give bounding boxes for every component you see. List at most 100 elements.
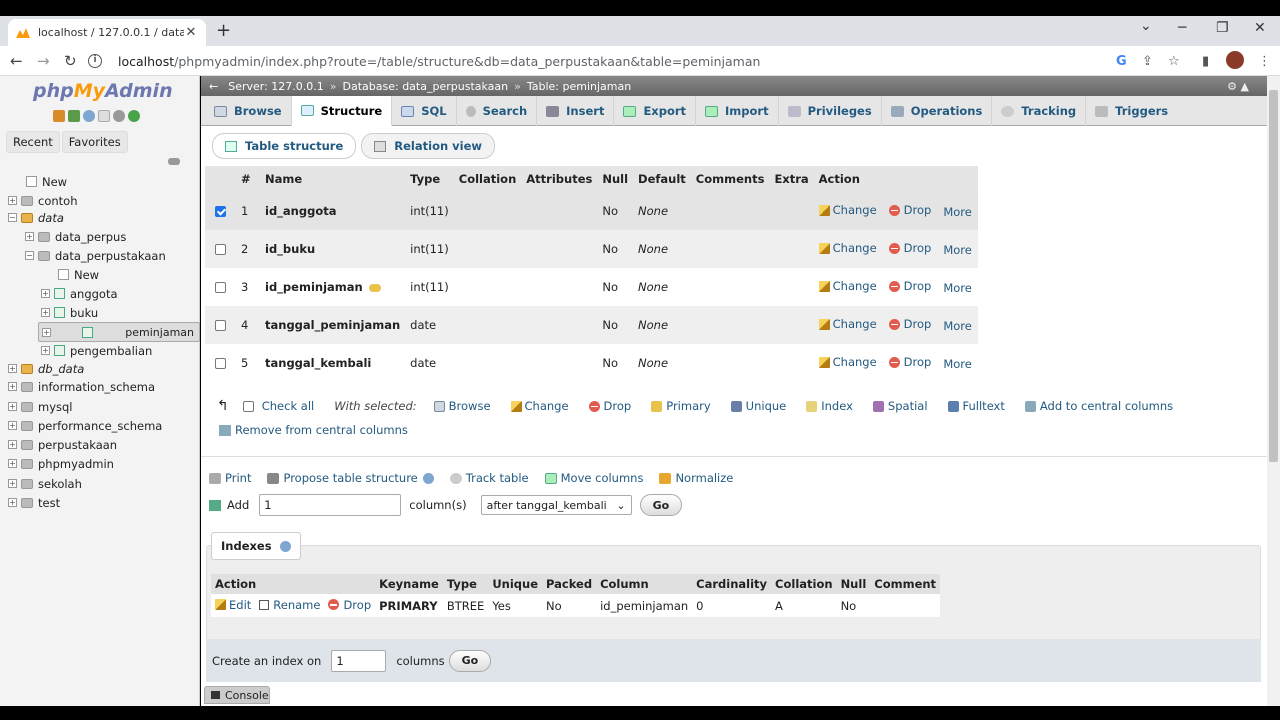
table-row[interactable]: 3 id_peminjaman int(11) No None Change Dr… <box>205 268 978 306</box>
google-icon[interactable]: G <box>1116 54 1127 69</box>
breadcrumb-database[interactable]: Database: data_perpustakaan <box>343 80 509 93</box>
more-link[interactable]: More <box>943 281 972 295</box>
indexes-toggle[interactable]: Indexes <box>211 532 301 560</box>
tab-search[interactable]: Search <box>457 96 538 126</box>
expand-icon[interactable]: + <box>41 346 50 355</box>
help-icon[interactable] <box>83 110 95 122</box>
col-header[interactable]: Name <box>260 166 406 192</box>
home-icon[interactable] <box>53 110 65 122</box>
expand-icon[interactable]: + <box>42 327 51 337</box>
tab-tracking[interactable]: Tracking <box>992 96 1087 126</box>
index-edit-link[interactable]: Edit <box>215 598 251 612</box>
minimize-icon[interactable]: ─ <box>1178 20 1186 36</box>
scrollbar-thumb[interactable] <box>1269 90 1278 462</box>
track-table-link[interactable]: Track table <box>449 471 529 485</box>
tab-operations[interactable]: Operations <box>882 96 993 126</box>
tree-db-mysql[interactable]: + mysql <box>8 397 73 416</box>
tab-privileges[interactable]: Privileges <box>779 96 882 126</box>
back-icon[interactable]: ← <box>10 52 23 70</box>
settings-icon[interactable] <box>113 110 125 122</box>
tree-db-performance-schema[interactable]: + performance_schema <box>8 416 162 435</box>
tree-db-perpustakaan[interactable]: + perpustakaan <box>8 435 117 454</box>
tab-triggers[interactable]: Triggers <box>1086 96 1177 126</box>
expand-icon[interactable]: + <box>8 402 17 411</box>
help-icon[interactable] <box>279 540 291 552</box>
change-link[interactable]: Change <box>818 203 877 217</box>
tab-sql[interactable]: SQL <box>392 96 457 126</box>
tree-db-test[interactable]: + test <box>8 493 60 512</box>
table-row[interactable]: 5 tanggal_kembali date No None Change Dro… <box>205 344 978 382</box>
expand-icon[interactable]: + <box>8 459 17 468</box>
table-row[interactable]: 2 id_buku int(11) No None Change Drop More <box>205 230 978 268</box>
expand-icon[interactable]: + <box>8 421 17 430</box>
link-with-main-icon[interactable] <box>168 158 180 165</box>
bulk-index-button[interactable]: Index <box>806 399 853 413</box>
collapse-icon[interactable]: − <box>25 251 34 260</box>
bulk-primary-button[interactable]: Primary <box>651 399 711 413</box>
bulk-browse-button[interactable]: Browse <box>433 399 491 413</box>
tree-table-anggota[interactable]: + anggota <box>41 284 118 303</box>
tab-search-icon[interactable]: ⌄ <box>1140 18 1152 34</box>
expand-icon[interactable]: + <box>8 440 17 449</box>
index-rename-link[interactable]: Rename <box>259 598 320 612</box>
tab-close-icon[interactable]: ✕ <box>184 25 198 40</box>
drop-link[interactable]: Drop <box>888 203 931 217</box>
tab-insert[interactable]: Insert <box>537 96 615 126</box>
bulk-remove-central-button[interactable]: Remove from central columns <box>219 423 408 437</box>
new-tab-icon[interactable]: + <box>216 20 231 41</box>
logout-icon[interactable] <box>68 110 80 122</box>
tree-db-data[interactable]: − data <box>8 208 64 227</box>
col-header[interactable]: Null <box>597 166 634 192</box>
tree-table-buku[interactable]: + buku <box>41 303 98 322</box>
drop-link[interactable]: Drop <box>888 355 931 369</box>
settings-gear-icon[interactable]: ⚙ ▲ <box>1227 80 1249 93</box>
favorites-tab[interactable]: Favorites <box>61 131 128 153</box>
arrow-left-icon[interactable]: ← <box>209 80 218 93</box>
more-link[interactable]: More <box>943 205 972 219</box>
expand-icon[interactable]: + <box>8 479 17 488</box>
drop-link[interactable]: Drop <box>888 241 931 255</box>
reload-icon[interactable]: ↻ <box>64 52 77 70</box>
tree-db-data-perpustakaan[interactable]: − data_perpustakaan <box>25 246 166 265</box>
console-toggle[interactable]: Console <box>204 686 270 704</box>
index-drop-link[interactable]: Drop <box>328 598 371 612</box>
col-header[interactable]: Comments <box>690 166 770 192</box>
docs-icon[interactable] <box>98 110 110 122</box>
breadcrumb-server[interactable]: Server: 127.0.0.1 <box>228 80 324 93</box>
tree-db-information-schema[interactable]: + information_schema <box>8 377 155 396</box>
breadcrumb-table[interactable]: Table: peminjaman <box>527 80 631 93</box>
share-icon[interactable]: ⇪ <box>1142 54 1153 69</box>
drop-link[interactable]: Drop <box>888 317 931 331</box>
tree-new-table[interactable]: New <box>58 265 99 284</box>
check-all-checkbox[interactable] <box>242 400 254 412</box>
expand-icon[interactable]: + <box>8 196 17 205</box>
tree-new-db[interactable]: New <box>10 172 67 191</box>
scrollbar[interactable] <box>1267 76 1280 720</box>
tree-db-phpmyadmin[interactable]: + phpmyadmin <box>8 454 114 473</box>
expand-icon[interactable]: + <box>41 289 50 298</box>
browser-tab[interactable]: localhost / 127.0.0.1 / data_perpus ✕ <box>8 19 206 46</box>
row-checkbox[interactable] <box>215 244 226 255</box>
tab-browse[interactable]: Browse <box>205 96 292 126</box>
row-checkbox[interactable] <box>215 206 226 217</box>
url-field[interactable]: i localhost/phpmyadmin/index.php?route=/… <box>88 49 1098 73</box>
table-row[interactable]: 1 id_anggota int(11) No None Change Drop M… <box>205 192 978 230</box>
bulk-spatial-button[interactable]: Spatial <box>872 399 928 413</box>
close-window-icon[interactable]: ✕ <box>1254 20 1266 36</box>
bulk-unique-button[interactable]: Unique <box>730 399 786 413</box>
profile-avatar[interactable] <box>1226 51 1244 69</box>
bookmark-star-icon[interactable]: ☆ <box>1168 54 1180 69</box>
tree-db-db-data[interactable]: + db_data <box>8 359 84 378</box>
reload-nav-icon[interactable] <box>128 110 140 122</box>
check-all-link[interactable]: Check all <box>242 399 314 413</box>
expand-icon[interactable]: + <box>8 364 17 373</box>
normalize-link[interactable]: Normalize <box>659 471 733 485</box>
row-checkbox[interactable] <box>215 320 226 331</box>
col-header[interactable]: # <box>236 166 260 192</box>
col-header[interactable]: Attributes <box>521 166 598 192</box>
col-header[interactable]: Default <box>633 166 691 192</box>
collapse-icon[interactable]: − <box>8 213 17 222</box>
col-header[interactable]: Collation <box>453 166 522 192</box>
change-link[interactable]: Change <box>818 317 877 331</box>
more-link[interactable]: More <box>943 319 972 333</box>
